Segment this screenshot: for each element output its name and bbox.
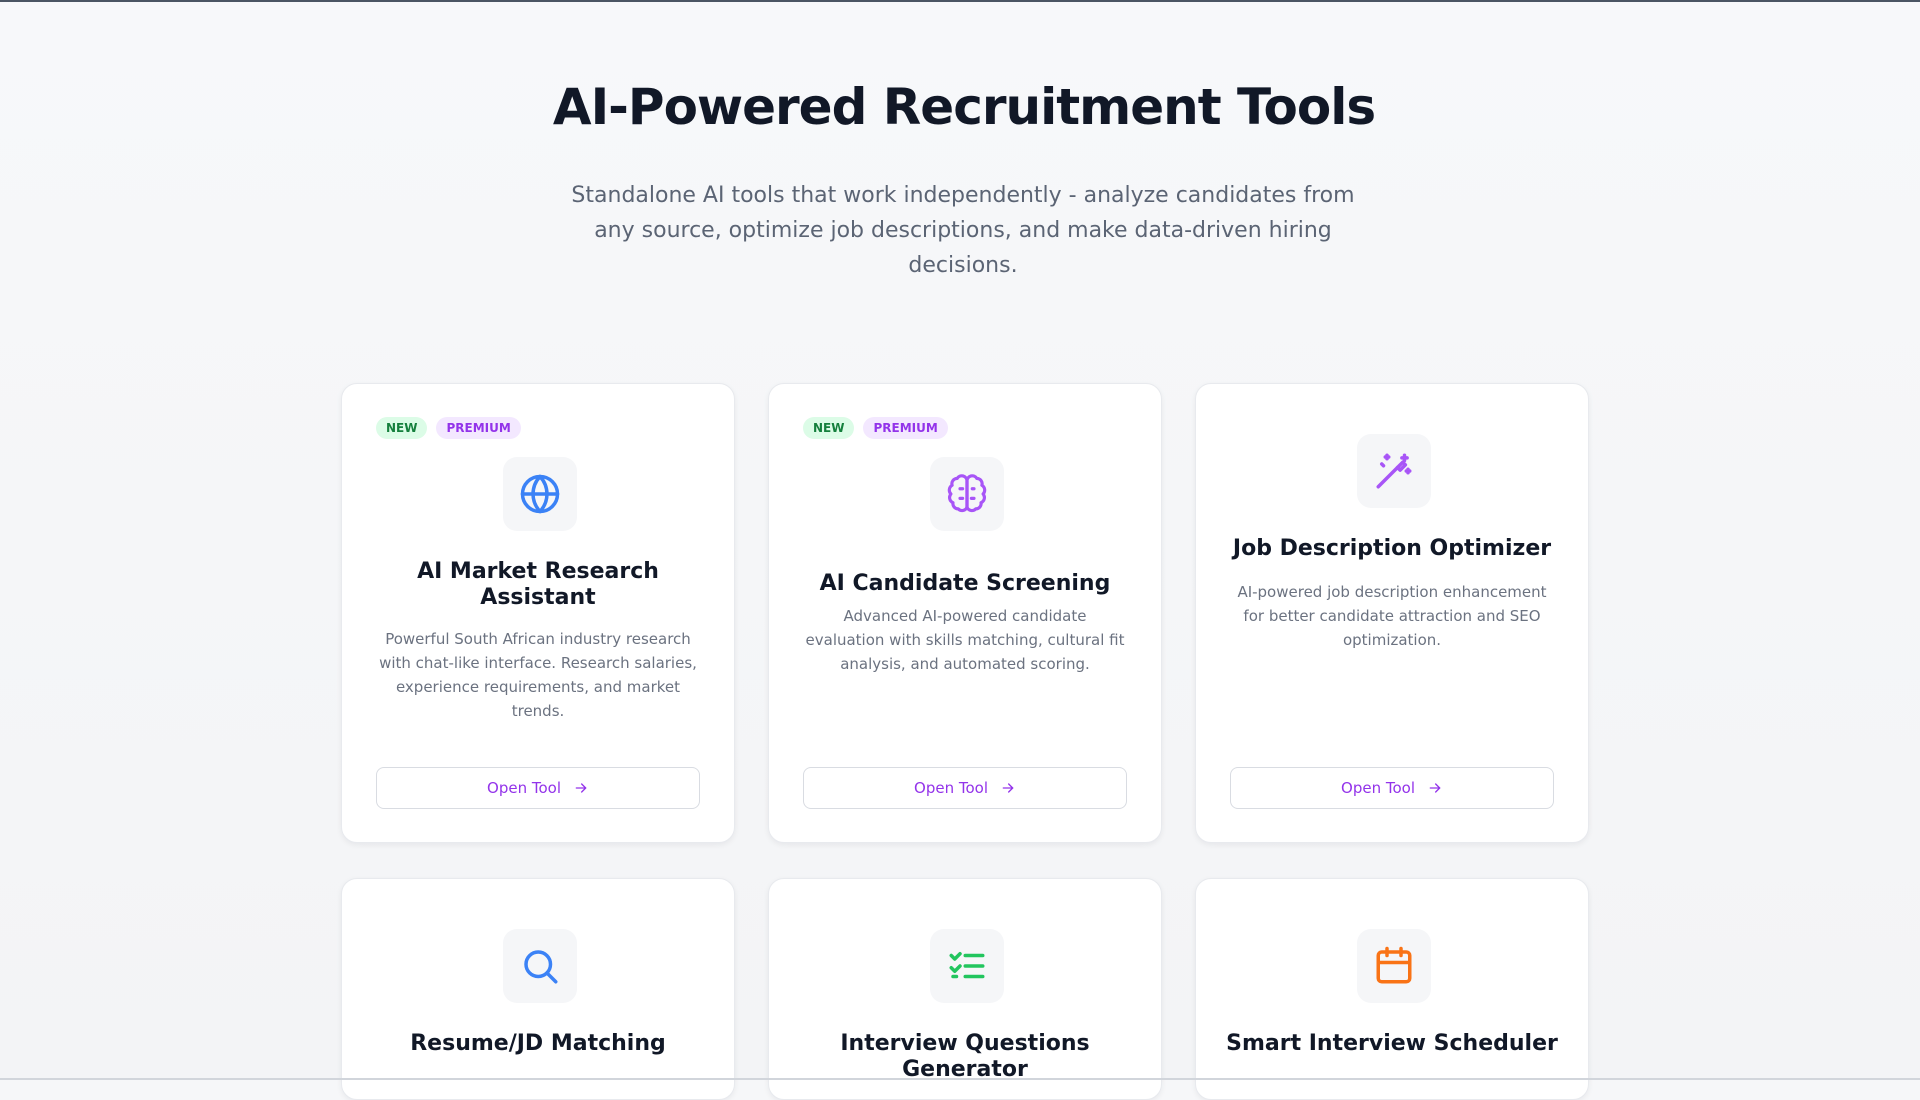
page-title: AI-Powered Recruitment Tools [552, 78, 1376, 136]
card-title: Resume/JD Matching [410, 1031, 666, 1056]
open-tool-button[interactable]: Open Tool [1230, 767, 1554, 809]
magic-wand-icon [1357, 434, 1431, 508]
search-icon [503, 929, 577, 1003]
open-tool-label: Open Tool [914, 779, 988, 797]
new-badge: NEW [803, 417, 855, 439]
card-description: Advanced AI-powered candidate evaluation… [805, 607, 1125, 673]
tool-card-interview-scheduler: Smart Interview Scheduler [1195, 878, 1589, 1100]
page-subtitle: Standalone AI tools that work independen… [571, 183, 1355, 278]
open-tool-label: Open Tool [487, 779, 561, 797]
arrow-right-icon [1429, 783, 1441, 793]
card-description: Powerful South African industry research… [379, 630, 697, 720]
card-title: AI Market Research Assistant [417, 559, 659, 610]
page-background: AI-Powered Recruitment Tools Standalone … [0, 0, 1920, 1100]
premium-badge: PREMIUM [863, 417, 948, 439]
globe-icon [503, 457, 577, 531]
arrow-right-icon [1002, 783, 1014, 793]
open-tool-label: Open Tool [1341, 779, 1415, 797]
card-badges: NEW PREMIUM [803, 417, 948, 439]
open-tool-button[interactable]: Open Tool [803, 767, 1127, 809]
card-title: Job Description Optimizer [1232, 536, 1552, 561]
top-border [0, 0, 1920, 2]
tool-card-resume-matching: Resume/JD Matching [341, 878, 735, 1100]
tool-card-interview-questions: Interview Questions Generator [768, 878, 1162, 1100]
tool-card-candidate-screening: NEW PREMIUM AI Candidate Screening Advan… [768, 383, 1162, 843]
card-badges: NEW PREMIUM [376, 417, 521, 439]
tool-card-market-research: NEW PREMIUM AI Market Research Assistant… [341, 383, 735, 843]
brain-icon [930, 457, 1004, 531]
arrow-right-icon [575, 783, 587, 793]
tool-card-job-description-optimizer: Job Description Optimizer AI-powered job… [1195, 383, 1589, 843]
card-title: Interview Questions Generator [840, 1031, 1090, 1082]
card-title: AI Candidate Screening [819, 571, 1111, 596]
new-badge: NEW [376, 417, 428, 439]
checklist-icon [930, 929, 1004, 1003]
card-title: Smart Interview Scheduler [1226, 1031, 1558, 1056]
open-tool-button[interactable]: Open Tool [376, 767, 700, 809]
calendar-icon [1357, 929, 1431, 1003]
card-description: AI-powered job description enhancement f… [1237, 583, 1547, 649]
premium-badge: PREMIUM [436, 417, 521, 439]
